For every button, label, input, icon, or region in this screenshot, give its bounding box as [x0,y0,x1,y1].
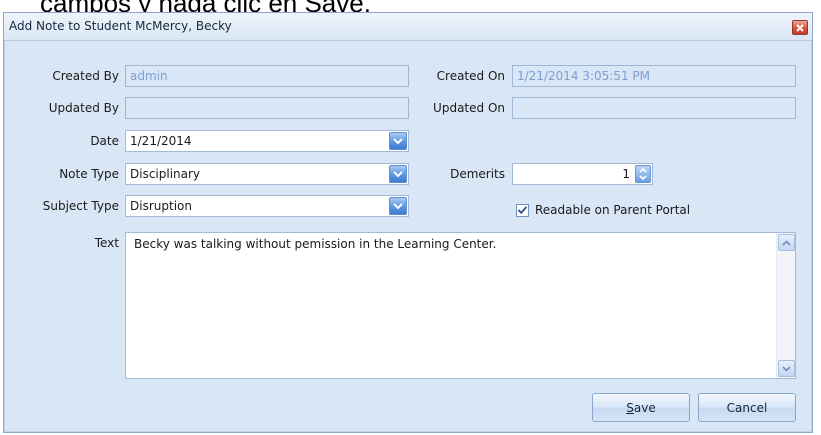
created-on-value: 1/21/2014 3:05:51 PM [517,69,651,83]
chevron-down-icon [393,137,403,144]
chevron-up-icon [782,239,791,246]
save-label-rest: ave [633,400,656,415]
vertical-scrollbar[interactable] [776,233,795,378]
note-text-area[interactable]: Becky was talking without pemission in t… [125,232,796,379]
add-note-dialog: Add Note to Student McMercy, Becky Creat… [3,12,813,433]
date-value: 1/21/2014 [130,134,192,148]
created-by-value: admin [130,69,168,83]
created-by-field: admin [125,65,409,87]
dialog-titlebar: Add Note to Student McMercy, Becky [4,13,812,41]
note-type-value: Disciplinary [130,167,201,181]
demerits-label: Demerits [450,167,505,181]
updated-by-label: Updated By [48,101,119,115]
created-by-label: Created By [52,69,119,83]
scroll-down-button[interactable] [778,360,795,377]
date-dropdown[interactable]: 1/21/2014 [125,130,409,152]
close-icon [796,23,804,32]
checkmark-icon [517,206,528,215]
save-button[interactable]: Save [592,393,690,422]
updated-by-field [125,97,409,119]
demerits-spinner[interactable]: 1 [512,163,653,185]
save-mnemonic: S [626,400,634,415]
demerits-value: 1 [622,167,630,181]
chevron-down-icon [393,202,403,209]
subject-type-dropdown[interactable]: Disruption [125,195,409,217]
readable-on-parent-portal-checkbox[interactable]: Readable on Parent Portal [516,203,690,217]
text-label: Text [94,236,119,250]
chevron-down-icon [393,170,403,177]
subject-type-label: Subject Type [42,199,119,213]
note-type-dropdown[interactable]: Disciplinary [125,163,409,185]
updated-on-label: Updated On [433,101,505,115]
note-text-value: Becky was talking without pemission in t… [134,237,497,251]
dialog-title: Add Note to Student McMercy, Becky [9,19,232,33]
note-type-dropdown-button[interactable] [389,165,407,183]
note-type-label: Note Type [59,167,119,181]
chevron-down-icon [782,365,791,372]
close-button[interactable] [792,20,808,35]
created-on-label: Created On [436,69,505,83]
spin-arrows-icon [639,167,647,181]
subject-type-value: Disruption [130,199,192,213]
subject-type-dropdown-button[interactable] [389,197,407,215]
demerits-spin-button[interactable] [635,165,651,183]
date-dropdown-button[interactable] [389,132,407,150]
cancel-button[interactable]: Cancel [698,393,796,422]
scroll-up-button[interactable] [778,234,795,251]
date-label: Date [90,134,119,148]
checkbox-box[interactable] [516,203,529,217]
created-on-field: 1/21/2014 3:05:51 PM [512,65,796,87]
readable-label: Readable on Parent Portal [535,203,691,217]
updated-on-field [512,97,796,119]
